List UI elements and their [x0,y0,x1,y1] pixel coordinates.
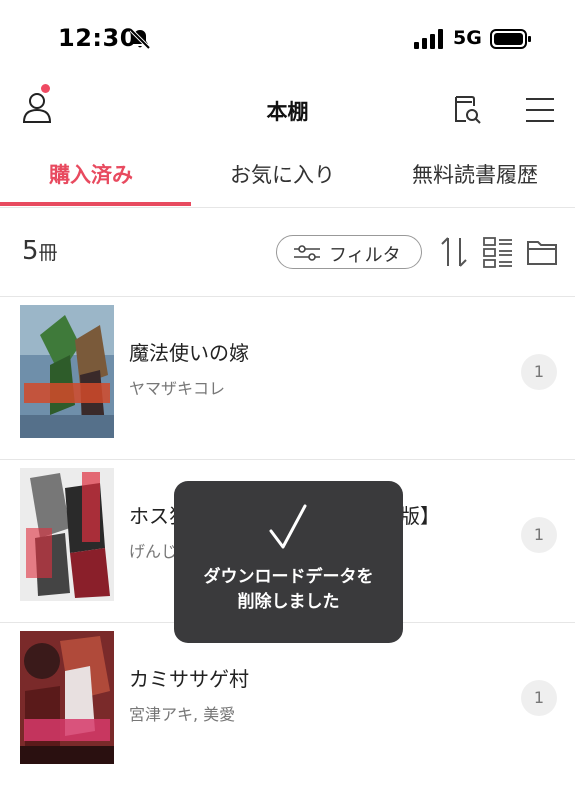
notification-dot [41,84,50,93]
toast-message-line-1: ダウンロードデータを [203,567,374,587]
book-count-number: 5 [22,236,39,266]
book-author: ヤマザキコレ [129,379,226,398]
folder-icon[interactable] [526,238,558,266]
sliders-icon [294,245,320,261]
volume-count-badge: 1 [521,517,557,553]
filter-button[interactable]: フィルタ [276,235,422,269]
book-count: 5冊 [22,236,58,266]
bell-muted-icon [129,28,151,50]
list-toolbar: 5冊 フィルタ [0,208,575,297]
filter-label: フィルタ [329,245,401,266]
book-title: カミササゲ村 [129,667,249,691]
sort-icon[interactable] [438,234,470,270]
active-tab-indicator [0,202,191,206]
book-author: げんじ [129,542,178,561]
list-view-icon[interactable] [483,236,513,268]
checkmark-icon [269,504,307,549]
book-cover-image [20,468,114,601]
hamburger-menu-icon[interactable] [524,96,556,124]
nav-bar: 本棚 [0,80,575,140]
book-cover-image [20,631,114,764]
book-author: 宮津アキ, 美愛 [129,705,236,724]
network-type: 5G [453,27,482,49]
book-search-icon[interactable] [452,94,484,126]
status-bar: 12:30 5G [0,0,575,80]
toast-notification: ダウンロードデータを 削除しました [174,481,403,643]
toast-message: ダウンロードデータを 削除しました [184,565,393,615]
tab-favorites[interactable]: お気に入り [230,159,335,189]
volume-count-badge: 1 [521,354,557,390]
book-count-unit: 冊 [38,242,58,264]
book-item[interactable]: 魔法使いの嫁 ヤマザキコレ 1 [0,297,575,460]
battery-icon [490,29,531,49]
book-item[interactable]: カミササゲ村 宮津アキ, 美愛 1 [0,623,575,785]
page-title: 本棚 [266,100,309,124]
tab-free-reading-history[interactable]: 無料読書履歴 [412,159,538,189]
tab-purchased[interactable]: 購入済み [49,159,133,189]
volume-count-badge: 1 [521,680,557,716]
status-time: 12:30 [58,24,137,52]
signal-icon [414,29,443,49]
book-title: 魔法使いの嫁 [129,341,249,365]
bookshelf-tabs: 購入済み お気に入り 無料読書履歴 [0,145,575,208]
toast-message-line-2: 削除しました [237,592,340,612]
book-cover-image [20,305,114,438]
